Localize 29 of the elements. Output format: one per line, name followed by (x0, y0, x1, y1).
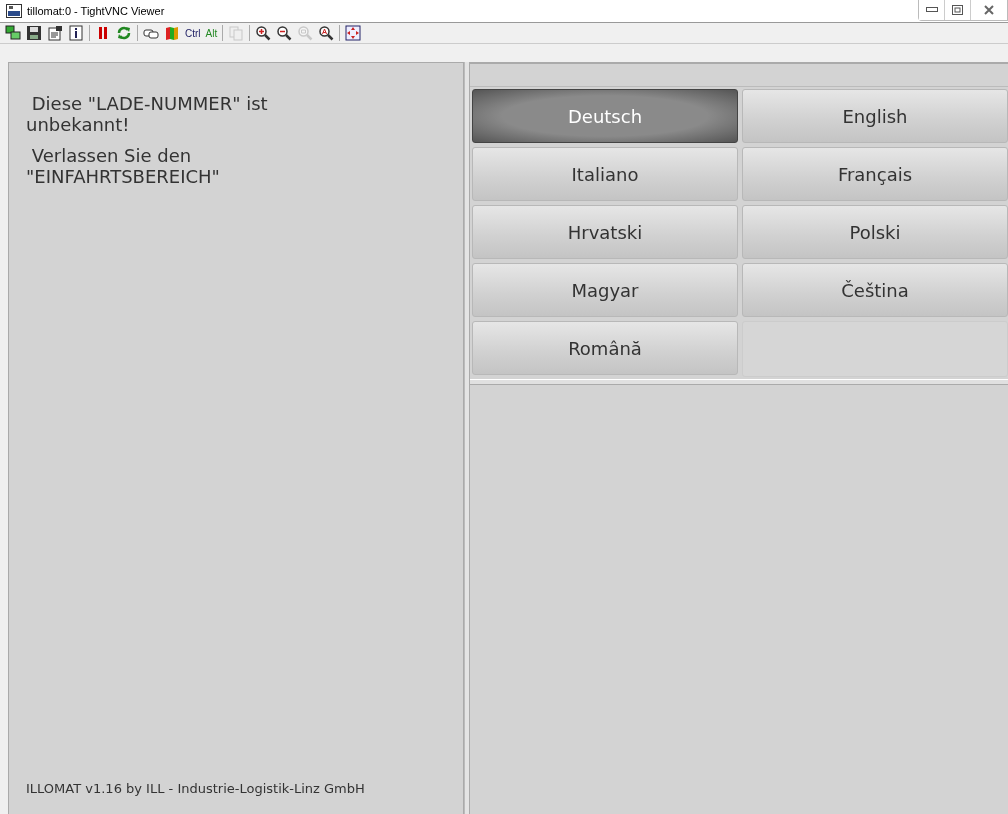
language-button[interactable]: English (742, 89, 1008, 143)
close-icon (984, 5, 994, 15)
language-button[interactable]: Français (742, 147, 1008, 201)
computers-icon[interactable] (5, 25, 21, 41)
window-title: tillomat:0 - TightVNC Viewer (27, 5, 165, 17)
zoom-icon[interactable] (318, 25, 335, 41)
minimize-icon (925, 7, 938, 13)
language-button[interactable]: Magyar (472, 263, 738, 317)
zoom-out-icon[interactable] (276, 25, 293, 41)
language-button[interactable]: Hrvatski (472, 205, 738, 259)
document-icon[interactable] (47, 25, 63, 41)
ctrl-key-button[interactable]: Ctrl (185, 27, 201, 39)
maximize-icon (952, 5, 963, 15)
version-text: ILLOMAT v1.16 by ILL - Industrie-Logistik-Linz GmbH (25, 781, 366, 798)
message-text: Verlassen Sie den "EINFAHRTSBEREICH" (26, 145, 221, 187)
language-button[interactable]: Italiano (472, 147, 738, 201)
save-icon[interactable] (26, 25, 42, 41)
app-icon (6, 4, 22, 18)
refresh-icon[interactable] (116, 25, 132, 41)
minimize-button[interactable] (919, 0, 945, 20)
language-button[interactable]: Română (472, 321, 738, 375)
alt-key-button[interactable]: Alt (205, 27, 218, 39)
info-icon[interactable] (68, 25, 84, 41)
zoom-in-icon[interactable] (255, 25, 272, 41)
flag-icon[interactable] (164, 25, 180, 41)
language-button[interactable]: Čeština (742, 263, 1008, 317)
message-text: Diese "LADE-NUMMER" ist unbekannt! (26, 93, 269, 135)
language-button[interactable]: Polski (742, 205, 1008, 259)
fullscreen-icon[interactable] (345, 25, 362, 41)
